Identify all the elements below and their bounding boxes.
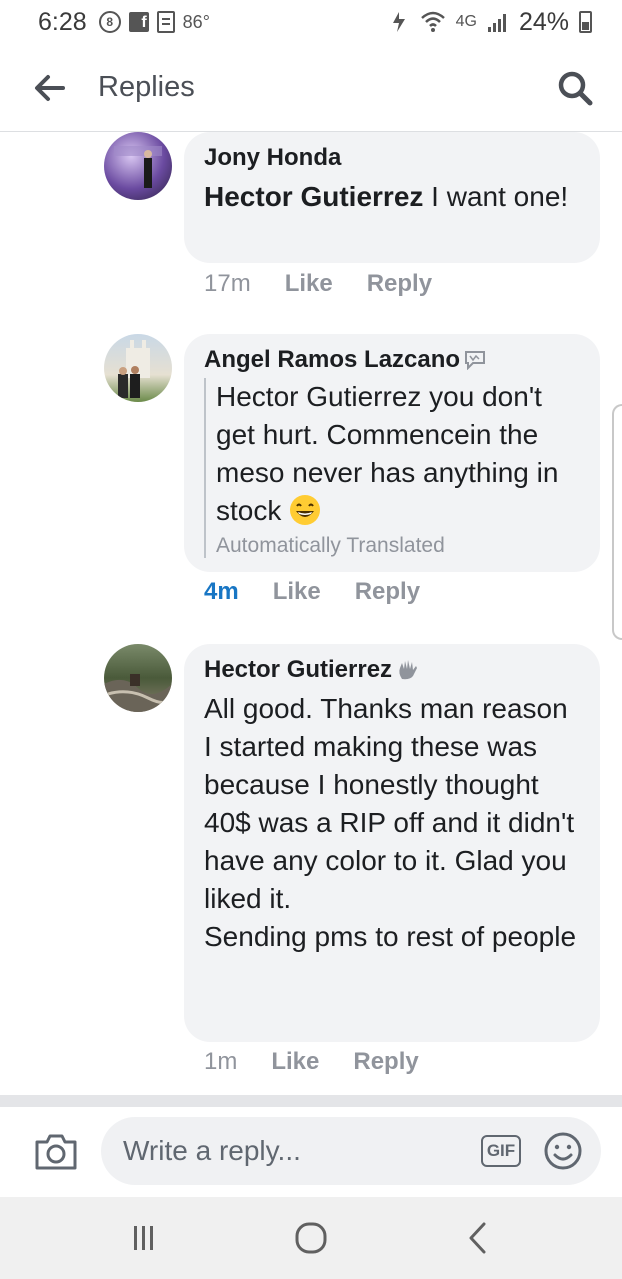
comment-author[interactable]: Angel Ramos Lazcano [204,346,580,374]
smiley-icon [544,1132,582,1170]
wifi-icon [420,11,445,32]
comment-line: because I honestly thought 40$ was a RIP… [204,769,575,914]
signal-icon [487,14,506,32]
reply-button[interactable]: Reply [353,1048,418,1076]
reply-bar: Write a reply... GIF [0,1107,622,1197]
camera-button[interactable] [32,1130,80,1174]
system-back-button[interactable] [448,1208,508,1268]
emoji-button[interactable] [543,1131,583,1171]
system-nav-bar [0,1197,622,1279]
arrow-left-icon [35,74,65,101]
comment-bubble[interactable]: Jony Honda Hector Gutierrez I want one! [184,132,600,263]
mention-link[interactable]: Hector Gutierrez [216,381,421,412]
comment-text: All good. Thanks man reason I started ma… [204,690,580,956]
comment-line: All good. Thanks man reason I started ma… [204,693,568,762]
gif-button[interactable]: GIF [481,1135,521,1167]
search-icon [558,71,593,105]
facebook-notification-icon: f [128,12,149,32]
recent-apps-icon [133,1226,153,1250]
translation-label[interactable]: Automatically Translated [216,534,580,558]
mention-link[interactable]: Hector Gutierrez [204,181,423,212]
status-system-icons: 4G 24% [390,8,592,37]
like-button[interactable]: Like [271,1048,319,1076]
reply-button[interactable]: Reply [367,270,432,298]
comment-meta: 4m Like Reply [204,578,420,606]
status-bar: 6:28 8 f 86° 4G 24% [0,0,622,44]
notification-circle-icon: 8 [98,11,121,33]
comment-author-name[interactable]: Angel Ramos Lazcano [204,346,460,374]
like-button[interactable]: Like [285,270,333,298]
search-button[interactable] [550,63,600,113]
scroll-indicator[interactable] [612,404,622,640]
comment-bubble[interactable]: Angel Ramos Lazcano Hector Gutierrez you… [184,334,600,572]
comment-meta: 1m Like Reply [204,1048,419,1076]
reply-input[interactable]: Write a reply... GIF [101,1117,601,1185]
grinning-emoji-icon [290,495,321,525]
comment-author[interactable]: Hector Gutierrez [204,656,580,684]
status-time: 6:28 [38,7,87,36]
translated-content: Hector Gutierrez you don't get hurt. Com… [204,378,580,558]
charging-icon [392,12,405,32]
home-icon [295,1222,327,1254]
recent-apps-button[interactable] [114,1208,174,1268]
reply-button[interactable]: Reply [355,578,420,606]
back-button[interactable] [20,58,80,118]
divider [0,1095,622,1107]
battery-icon [579,11,592,33]
comment-timestamp[interactable]: 1m [204,1048,237,1076]
comment-author-name[interactable]: Hector Gutierrez [204,656,392,684]
comment-timestamp[interactable]: 4m [204,578,239,606]
comment-bubble[interactable]: Hector Gutierrez All good. Thanks man re… [184,644,600,1042]
chevron-left-icon [469,1222,486,1254]
waving-hand-icon [399,660,418,680]
speech-bubble-icon [465,351,486,370]
reply-placeholder[interactable]: Write a reply... [123,1135,301,1167]
comment-author[interactable]: Jony Honda [204,144,580,172]
comment-meta: 17m Like Reply [204,270,432,298]
page-title: Replies [98,71,195,103]
battery-percent: 24% [518,7,569,36]
comment-body: I want one! [423,181,569,212]
comment-text: Hector Gutierrez I want one! [204,178,580,216]
comment-line: Sending pms to rest of people [204,921,577,952]
network-type: 4G [455,13,477,30]
temperature-text: 86° [182,11,210,32]
like-button[interactable]: Like [273,578,321,606]
avatar[interactable] [104,132,172,200]
comment-timestamp[interactable]: 17m [204,270,251,298]
avatar[interactable] [104,334,172,402]
comment-text: Hector Gutierrez you don't get hurt. Com… [216,378,580,530]
home-button[interactable] [281,1208,341,1268]
document-notification-icon [156,11,175,33]
header: Replies [0,44,622,132]
status-notification-icons: 8 f 86° [98,11,210,33]
camera-icon [35,1134,77,1170]
avatar[interactable] [104,644,172,712]
